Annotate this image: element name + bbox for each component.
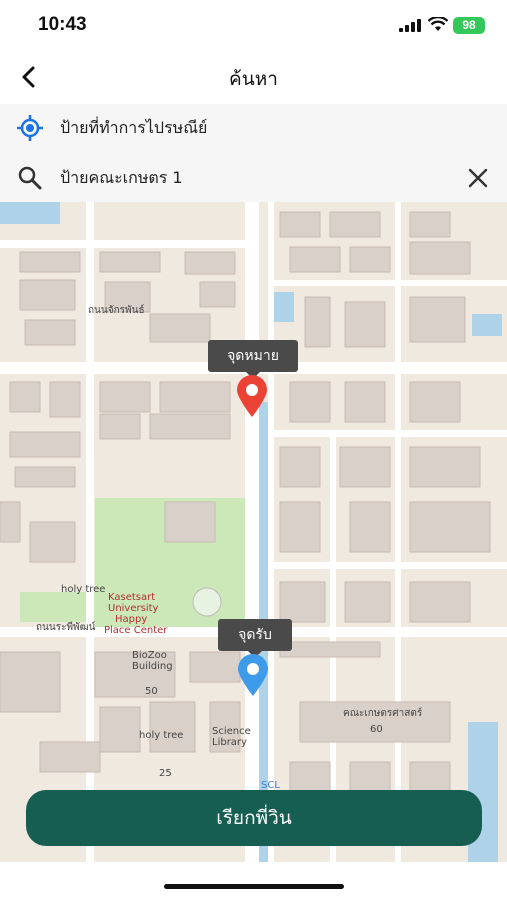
- holy-tree-label-2: holy tree: [139, 730, 184, 741]
- close-icon[interactable]: [467, 167, 489, 189]
- building-50-label: 50: [145, 686, 158, 697]
- kasetsart-label-line4: Place Center: [104, 625, 168, 636]
- destination-tooltip: จุดหมาย: [208, 340, 298, 379]
- building-60-label: 60: [370, 724, 383, 735]
- pickup-tooltip: จุดรับ: [218, 619, 292, 658]
- biozoo-label-line1: BioZoo: [132, 650, 167, 661]
- my-location-icon: [17, 115, 43, 141]
- pickup-text: ป้ายที่ทำการไปรษณีย์: [60, 118, 208, 137]
- kasetsart-label-line1: Kasetsart: [108, 592, 156, 603]
- page-title: ค้นหา: [229, 68, 278, 90]
- holy-tree-label-1: holy tree: [61, 584, 106, 595]
- cellular-signal-icon: [399, 19, 421, 32]
- home-indicator: [164, 884, 344, 889]
- clock: 10:43: [38, 14, 87, 35]
- road-label-chakraphan: ถนนจักรพันธ์: [88, 305, 145, 316]
- destination-field[interactable]: ป้ายคณะเกษตร 1: [0, 154, 507, 202]
- science-library-label-line1: Science: [212, 726, 251, 737]
- search-icon: [18, 166, 42, 190]
- road-label-raphiphat: ถนนระพีพัฒน์: [36, 622, 96, 633]
- pickup-field[interactable]: ป้ายที่ทำการไปรษณีย์: [0, 104, 507, 152]
- biozoo-label-line2: Building: [132, 661, 173, 672]
- faculty-label: คณะเกษตรศาสตร์: [343, 708, 423, 719]
- destination-pin-icon[interactable]: [235, 374, 269, 418]
- science-library-label-line2: Library: [212, 737, 247, 748]
- building-25-label: 25: [159, 768, 172, 779]
- bottom-safe-area: [0, 862, 507, 900]
- call-driver-button[interactable]: เรียกพี่วิน: [26, 790, 482, 846]
- kasetsart-label-line3: Happy: [115, 614, 148, 625]
- map-base: [0, 202, 507, 862]
- wifi-icon: [428, 17, 448, 31]
- battery-indicator: 98: [453, 17, 485, 34]
- kasetsart-label-line2: University: [108, 603, 159, 614]
- pickup-pin-icon[interactable]: [236, 653, 270, 697]
- nav-bar: ค้นหา: [0, 50, 507, 104]
- status-bar: 10:43 98: [0, 0, 507, 50]
- destination-text: ป้ายคณะเกษตร 1: [60, 168, 183, 187]
- battery-level: 98: [462, 18, 476, 32]
- search-panel: ป้ายที่ทำการไปรษณีย์ ป้ายคณะเกษตร 1: [0, 104, 507, 202]
- map-view[interactable]: ถนนจักรพันธ์ ถนนระพีพัฒน์ Kasetsart Univ…: [0, 202, 507, 862]
